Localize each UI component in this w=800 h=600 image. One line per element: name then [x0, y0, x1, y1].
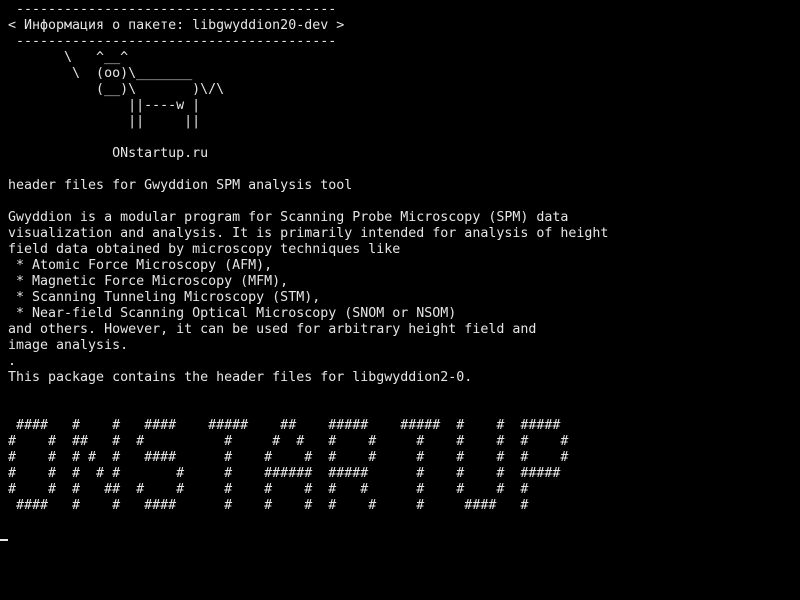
description-bullet: * Magnetic Force Microscopy (MFM),: [8, 274, 289, 289]
cowsay-message: < Информация о пакете: libgwyddion20-dev…: [8, 18, 345, 33]
banner-art-line-2: # # ## # # # # # # # # # # # #: [8, 434, 569, 449]
cowsay-border-top: ----------------------------------------: [8, 2, 337, 17]
banner-art-line-6: #### # # #### # # # # # # #### #: [8, 498, 529, 513]
banner-art-line-5: # # # ## # # # # # # # # # # #: [8, 482, 529, 497]
description-bullet: * Scanning Tunneling Microscopy (STM),: [8, 290, 321, 305]
cow-art-line-4: ||----w |: [8, 98, 201, 113]
cow-art-line-2: \ (oo)\_______: [8, 66, 193, 81]
cow-art-line-1: \ ^__^: [8, 50, 129, 65]
cowsay-border-bottom: ----------------------------------------: [8, 34, 337, 49]
description-bullet: * Atomic Force Microscopy (AFM),: [8, 258, 273, 273]
description-dot: .: [8, 354, 17, 369]
description-line: field data obtained by microscopy techni…: [8, 242, 401, 257]
terminal-output: ----------------------------------------…: [8, 2, 800, 600]
banner-art-line-4: # # # # # # # ###### ##### # # # #####: [8, 466, 561, 481]
description-line: Gwyddion is a modular program for Scanni…: [8, 210, 569, 225]
cow-art-line-3: (__)\ )\/\: [8, 82, 225, 97]
site-credit: ONstartup.ru: [8, 146, 209, 161]
description-line: visualization and analysis. It is primar…: [8, 226, 609, 241]
description-line: and others. However, it can be used for …: [8, 322, 537, 337]
description-bullet: * Near-field Scanning Optical Microscopy…: [8, 306, 457, 321]
package-summary: header files for Gwyddion SPM analysis t…: [8, 178, 353, 193]
cow-art-line-5: || ||: [8, 114, 201, 129]
text-cursor: [0, 539, 8, 541]
banner-art-line-1: #### # # #### ##### ## ##### ##### # # #…: [8, 418, 561, 433]
description-line: image analysis.: [8, 338, 129, 353]
banner-art-line-3: # # # # # #### # # # # # # # # # #: [8, 450, 569, 465]
description-line: This package contains the header files f…: [8, 370, 473, 385]
